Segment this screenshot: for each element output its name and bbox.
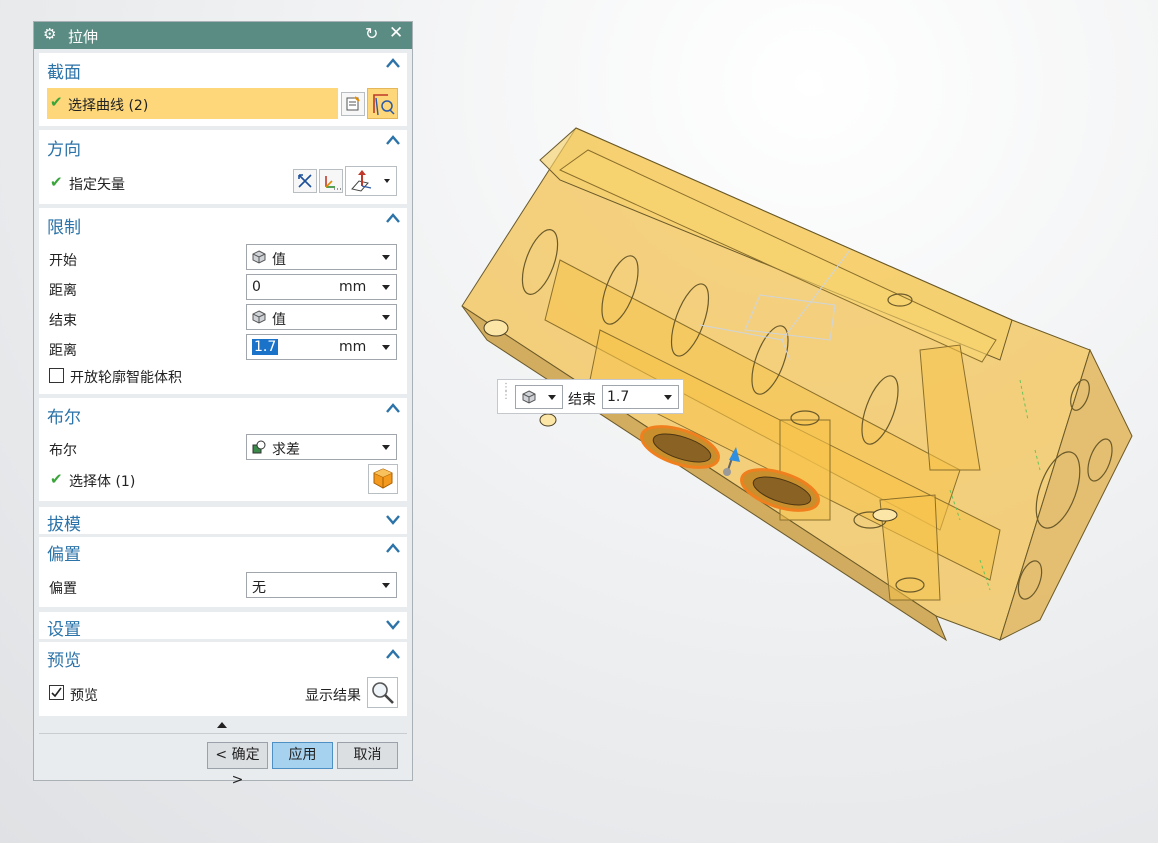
chevron-down-icon xyxy=(548,395,556,400)
collapse-dialog-icon[interactable] xyxy=(217,722,227,728)
chevron-down-icon[interactable] xyxy=(386,617,400,631)
settings-group: 设置 xyxy=(39,612,407,640)
direction-header[interactable]: 方向 xyxy=(39,130,407,160)
limits-header[interactable]: 限制 xyxy=(39,208,407,238)
cancel-button[interactable]: 取消 xyxy=(337,742,398,769)
direction-group: 方向 ✔ 指定矢量 xyxy=(39,130,407,204)
chevron-down-icon[interactable] xyxy=(382,285,390,290)
offset-header[interactable]: 偏置 xyxy=(39,537,407,567)
limits-group: 限制 开始 值 距离 0 mm 结束 值 距离 1.7 mm 开放轮廓智能体积 xyxy=(39,208,407,394)
reset-icon[interactable]: ↻ xyxy=(365,24,378,43)
curve-select-button[interactable] xyxy=(367,88,398,119)
select-curve-label: 选择曲线 (2) xyxy=(68,98,149,114)
boolean-option-select[interactable]: 求差 xyxy=(246,434,397,460)
chevron-down-icon xyxy=(382,315,390,320)
section-title: 截面 xyxy=(47,63,81,83)
offset-group: 偏置 偏置 无 xyxy=(39,537,407,607)
chevron-down-icon[interactable] xyxy=(664,395,672,400)
offset-label: 偏置 xyxy=(49,581,77,597)
chevron-down-icon[interactable] xyxy=(382,345,390,350)
start-distance-label: 距离 xyxy=(49,283,77,299)
open-profile-label: 开放轮廓智能体积 xyxy=(70,370,182,386)
vector-type-dropdown[interactable] xyxy=(345,166,397,196)
direction-title: 方向 xyxy=(47,140,81,160)
vector-dialog-button[interactable] xyxy=(319,169,343,193)
reverse-direction-button[interactable] xyxy=(293,169,317,193)
chevron-down-icon xyxy=(384,179,390,183)
offset-option-select[interactable]: 无 xyxy=(246,572,397,598)
settings-title: 设置 xyxy=(47,620,81,640)
end-label: 结束 xyxy=(49,313,77,329)
floating-end-value-input[interactable]: 1.7 xyxy=(602,385,679,409)
chevron-down-icon[interactable] xyxy=(386,512,400,526)
section-group: 截面 ✔ 选择曲线 (2) xyxy=(39,53,407,126)
boolean-label: 布尔 xyxy=(49,443,77,459)
check-icon: ✔ xyxy=(50,173,63,191)
value-cube-icon xyxy=(252,310,266,324)
end-distance-input[interactable]: 1.7 mm xyxy=(246,334,397,360)
value-cube-icon xyxy=(252,250,266,264)
boolean-title: 布尔 xyxy=(47,408,81,428)
ok-button[interactable]: < 确定 > xyxy=(207,742,268,788)
select-body-label: 选择体 (1) xyxy=(69,474,136,490)
floating-limit-type-select[interactable] xyxy=(515,385,563,409)
start-label: 开始 xyxy=(49,253,77,269)
graphics-viewport[interactable] xyxy=(414,0,1158,843)
chevron-up-icon[interactable] xyxy=(386,134,400,148)
limits-title: 限制 xyxy=(47,218,81,238)
open-profile-checkbox[interactable] xyxy=(49,368,64,383)
floating-end-label: 结束 xyxy=(568,392,596,408)
close-icon[interactable]: ✕ xyxy=(389,23,403,43)
check-icon: ✔ xyxy=(50,93,63,111)
floating-end-toolbar: ⋮ ⋮ 结束 1.7 xyxy=(497,379,684,414)
chevron-down-icon xyxy=(382,583,390,588)
chevron-up-icon[interactable] xyxy=(386,57,400,71)
check-icon: ✔ xyxy=(50,470,63,488)
dialog-title-bar[interactable]: ⚙ 拉伸 ↻ ✕ xyxy=(34,22,412,49)
preview-group: 预览 预览 显示结果 xyxy=(39,642,407,716)
show-result-label: 显示结果 xyxy=(305,688,361,704)
start-distance-input[interactable]: 0 mm xyxy=(246,274,397,300)
chevron-up-icon[interactable] xyxy=(386,542,400,556)
chevron-down-icon xyxy=(382,255,390,260)
sketch-section-button[interactable] xyxy=(341,92,365,116)
draft-title: 拔模 xyxy=(47,515,81,535)
select-body-button[interactable] xyxy=(368,464,398,494)
preview-title: 预览 xyxy=(47,651,81,671)
drag-grip-icon[interactable]: ⋮ ⋮ xyxy=(501,383,511,401)
subtract-icon xyxy=(252,440,266,454)
section-header[interactable]: 截面 xyxy=(39,53,407,83)
show-result-button[interactable] xyxy=(367,677,398,708)
specify-vector-label: 指定矢量 xyxy=(69,177,125,193)
value-cube-icon xyxy=(522,390,536,408)
settings-header[interactable]: 设置 xyxy=(39,612,407,640)
gear-icon[interactable]: ⚙ xyxy=(43,25,56,43)
preview-label: 预览 xyxy=(70,688,98,704)
chevron-up-icon[interactable] xyxy=(386,402,400,416)
magnifier-icon xyxy=(368,678,397,707)
chevron-down-icon xyxy=(382,445,390,450)
divider xyxy=(39,733,407,734)
offset-title: 偏置 xyxy=(47,545,81,565)
boolean-header[interactable]: 布尔 xyxy=(39,398,407,428)
chevron-up-icon[interactable] xyxy=(386,648,400,662)
apply-button[interactable]: 应用 xyxy=(272,742,333,769)
end-option-select[interactable]: 值 xyxy=(246,304,397,330)
end-distance-label: 距离 xyxy=(49,343,77,359)
preview-header[interactable]: 预览 xyxy=(39,642,407,672)
draft-group: 拔模 xyxy=(39,507,407,535)
preview-checkbox[interactable] xyxy=(49,685,64,700)
select-curve-row[interactable]: ✔ 选择曲线 (2) xyxy=(47,88,338,119)
dialog-title: 拉伸 xyxy=(68,28,99,46)
boolean-group: 布尔 布尔 求差 ✔ 选择体 (1) xyxy=(39,398,407,501)
chevron-up-icon[interactable] xyxy=(386,212,400,226)
draft-header[interactable]: 拔模 xyxy=(39,507,407,535)
extrude-dialog: ⚙ 拉伸 ↻ ✕ 截面 ✔ 选择曲线 (2) 方向 ✔ 指定矢量 限制 开始 值… xyxy=(33,21,413,788)
start-option-select[interactable]: 值 xyxy=(246,244,397,270)
